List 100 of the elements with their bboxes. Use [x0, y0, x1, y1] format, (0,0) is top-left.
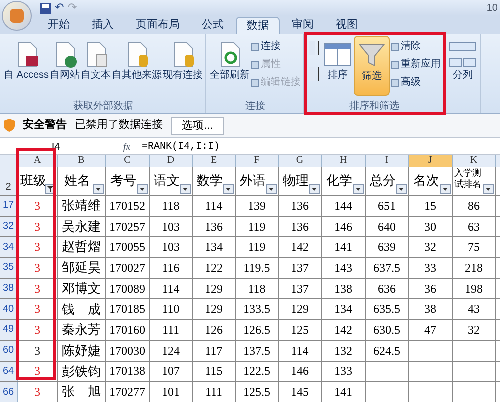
table-cell-text: 3	[34, 218, 40, 236]
ribbon-button[interactable]: 自 Access	[4, 36, 50, 96]
column-header[interactable]: A	[18, 155, 58, 167]
table-cell-text: 136	[205, 218, 223, 236]
column-header[interactable]: E	[193, 155, 236, 167]
table-cell-text: 63	[468, 218, 480, 236]
table-cell-text: 133.5	[244, 301, 270, 318]
table-cell-text: 111	[205, 384, 223, 402]
column-header[interactable]: K	[453, 155, 496, 167]
table-cell-text: 3	[34, 342, 40, 360]
fx-label[interactable]: fx	[112, 140, 142, 155]
table-cell-text: 143	[334, 260, 352, 277]
filter-dropdown-icon[interactable]	[266, 184, 277, 194]
options-button[interactable]: 选项...	[171, 116, 224, 134]
table-cell-text: 636	[378, 280, 396, 298]
table-cell-text: 114	[291, 342, 309, 360]
filter-dropdown-icon[interactable]	[396, 184, 407, 194]
warning-title: 安全警告	[23, 118, 67, 134]
table-cell-text: 114	[205, 198, 223, 215]
ribbon-tab[interactable]: 开始	[38, 17, 80, 34]
table-cell-text: 122	[205, 260, 223, 277]
ribbon-button[interactable]: 分列	[448, 36, 478, 96]
table-cell-text: 秦永芳	[62, 321, 101, 340]
ribbon-button[interactable]: 高级	[391, 74, 442, 91]
ribbon-tab[interactable]: 视图	[326, 17, 368, 34]
table-cell-text: 119	[248, 239, 266, 256]
ribbon-button[interactable]: 全部刷新	[210, 36, 250, 96]
table-cell-text: 651	[378, 198, 396, 215]
table-cell-text: 119.5	[244, 260, 270, 277]
split-icon	[448, 40, 478, 70]
header-cell: 入学测试排名	[454, 168, 482, 190]
column-header[interactable]: C	[106, 155, 150, 167]
ribbon-tab[interactable]: 页面布局	[126, 17, 190, 34]
table-cell-text: 124	[162, 342, 180, 360]
table-cell-text: 119	[248, 218, 266, 236]
ribbon-button[interactable]: 重新应用	[391, 56, 442, 73]
table-cell-text: 30	[424, 218, 436, 236]
filter-dropdown-icon[interactable]	[180, 184, 191, 194]
filter-dropdown-icon[interactable]	[309, 184, 320, 194]
table-cell-text: 146	[334, 218, 352, 236]
table-cell-text: 144	[334, 198, 352, 215]
formula-field[interactable]: =RANK(I4,I:I)	[142, 140, 220, 155]
ribbon-button[interactable]: 自网站	[50, 36, 80, 96]
ribbon-button[interactable]: 现有连接	[163, 36, 204, 96]
ribbon-button[interactable]: 自其他来源	[112, 36, 162, 96]
table-cell-text: 170160	[110, 322, 146, 339]
column-header[interactable]: J	[409, 155, 453, 167]
ribbon-tab[interactable]: 插入	[82, 17, 124, 34]
filter-dropdown-icon[interactable]	[223, 184, 234, 194]
table-cell-text: 126.5	[244, 322, 270, 339]
table-cell-text: 47	[424, 322, 436, 339]
column-header[interactable]: G	[279, 155, 322, 167]
row-number[interactable]: 66	[0, 382, 18, 402]
table-cell-text: 170185	[110, 301, 146, 318]
table-cell-text: 张靖维	[62, 197, 101, 216]
header-cell-text: 姓名	[64, 172, 90, 190]
table-cell-text: 218	[465, 260, 483, 277]
ribbon-button[interactable]: 排序	[323, 36, 354, 96]
table-cell-text: 137	[291, 260, 309, 277]
table-cell-text: 3	[34, 239, 40, 256]
table-cell-text: 3	[34, 260, 40, 277]
filter-dropdown-icon[interactable]	[483, 184, 494, 194]
ribbon-button[interactable]: 自文本	[81, 36, 112, 96]
filter-dropdown-icon[interactable]	[353, 184, 364, 194]
table-cell-text: 15	[424, 198, 436, 215]
group-label: 获取外部数据	[72, 100, 134, 113]
column-header[interactable]: H	[322, 155, 366, 167]
table-cell-text: 38	[424, 301, 436, 318]
table-cell-text: 邹延昊	[62, 259, 101, 278]
filter-dropdown-icon[interactable]	[440, 184, 451, 194]
header-cell-text: 数学	[197, 172, 223, 190]
table-cell-text: 134	[334, 301, 352, 318]
filter-dropdown-icon[interactable]	[93, 184, 104, 194]
table-cell-text: 126	[205, 322, 223, 339]
header-cell-text: 语文	[154, 172, 180, 190]
table-cell-text: 134	[205, 239, 223, 256]
column-header[interactable]: F	[236, 155, 279, 167]
table-cell-text: 170277	[110, 384, 146, 402]
ribbon-tab[interactable]: 审阅	[282, 17, 324, 34]
ribbon-button[interactable]: 筛选	[354, 36, 390, 96]
save-icon[interactable]	[40, 2, 51, 14]
ribbon-tab[interactable]: 数据	[236, 17, 280, 34]
table-cell-text: 117	[205, 342, 223, 360]
table-cell-text: 170138	[110, 363, 146, 380]
table-cell-text: 32	[468, 322, 480, 339]
toolbar-button[interactable]: ↶	[55, 0, 64, 16]
table-cell-text: 640	[378, 218, 396, 236]
table-cell-text: 3	[34, 363, 40, 380]
ribbon-tab[interactable]: 公式	[192, 17, 234, 34]
filter-dropdown-icon[interactable]	[137, 184, 148, 194]
column-header[interactable]: D	[150, 155, 193, 167]
table-cell-text: 3	[34, 384, 40, 402]
column-header[interactable]: B	[58, 155, 106, 167]
ribbon-button[interactable]: 清除	[391, 38, 442, 55]
table-cell-text: 132	[334, 342, 352, 360]
ribbon-button[interactable]: 连接	[251, 38, 302, 55]
table-cell-text: 635.5	[374, 301, 400, 318]
table-cell-text: 3	[34, 198, 40, 215]
table-cell-text: 136	[291, 218, 309, 236]
table-cell-text: 107	[162, 363, 180, 380]
